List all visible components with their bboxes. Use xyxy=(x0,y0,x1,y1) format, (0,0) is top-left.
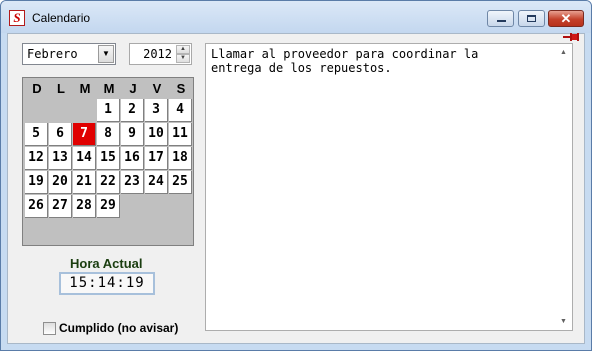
calendar-day[interactable]: 24 xyxy=(145,171,168,194)
calendar-day[interactable]: 15 xyxy=(97,147,120,170)
calendar-day[interactable]: 26 xyxy=(25,195,48,218)
calendar-day[interactable]: 14 xyxy=(73,147,96,170)
weekday-header: J xyxy=(129,81,137,96)
weekday-header: M xyxy=(103,81,115,96)
weekday-header: S xyxy=(176,81,186,96)
app-logo-icon[interactable]: S xyxy=(9,10,25,26)
calendar-day[interactable]: 22 xyxy=(97,171,120,194)
close-button[interactable]: ✕ xyxy=(548,10,584,27)
calendar-day[interactable]: 8 xyxy=(97,123,120,146)
calendar-day[interactable]: 7 xyxy=(73,123,96,146)
calendar-day[interactable]: 3 xyxy=(145,99,168,122)
maximize-icon xyxy=(527,15,536,22)
notes-text[interactable]: Llamar al proveedor para coordinar la en… xyxy=(211,47,551,75)
window-title: Calendario xyxy=(32,11,91,25)
minimize-button[interactable] xyxy=(487,10,514,27)
calendar-day[interactable]: 17 xyxy=(145,147,168,170)
calendar-day[interactable]: 11 xyxy=(169,123,192,146)
maximize-button[interactable] xyxy=(518,10,545,27)
calendar-day[interactable]: 19 xyxy=(25,171,48,194)
scroll-down-icon[interactable]: ▼ xyxy=(555,313,572,330)
calendar-day[interactable]: 9 xyxy=(121,123,144,146)
calendar-day[interactable]: 29 xyxy=(97,195,120,218)
weekday-header: M xyxy=(79,81,91,96)
calendar-day[interactable]: 10 xyxy=(145,123,168,146)
calendar-day[interactable]: 23 xyxy=(121,171,144,194)
calendar-window: S Calendario ✕ Febrero ▼ 2012 ▲ ▼ DLMMJV… xyxy=(0,0,592,351)
month-value: Febrero xyxy=(27,47,78,61)
weekday-header: L xyxy=(57,81,65,96)
notes-scrollbar[interactable]: ▲ ▼ xyxy=(555,44,572,330)
calendar-day[interactable]: 21 xyxy=(73,171,96,194)
chevron-down-icon[interactable]: ▼ xyxy=(98,45,114,63)
weekday-header: D xyxy=(32,81,42,96)
spin-up-icon[interactable]: ▲ xyxy=(176,45,190,54)
calendar-day[interactable]: 27 xyxy=(49,195,72,218)
completed-checkbox[interactable] xyxy=(43,322,56,335)
calendar-day[interactable]: 13 xyxy=(49,147,72,170)
client-area: Febrero ▼ 2012 ▲ ▼ D L M M J V S 1 2 3 4 5 6 7 8 9 10 11 1… xyxy=(7,33,585,344)
scroll-up-icon[interactable]: ▲ xyxy=(555,44,572,61)
weekday-header: V xyxy=(152,81,162,96)
calendar-grid: D L M M J V S 1 2 3 4 5 6 7 8 9 10 11 12 13 14 15 16 17 18 19 20 21… xyxy=(22,77,194,246)
notes-textarea[interactable]: Llamar al proveedor para coordinar la en… xyxy=(205,43,573,331)
calendar-day[interactable]: 5 xyxy=(25,123,48,146)
spin-down-icon[interactable]: ▼ xyxy=(176,54,190,63)
calendar-day[interactable]: 1 xyxy=(97,99,120,122)
calendar-day[interactable]: 12 xyxy=(25,147,48,170)
calendar-day[interactable]: 6 xyxy=(49,123,72,146)
current-time-display: 15:14:19 xyxy=(59,272,155,295)
minimize-icon xyxy=(497,20,506,22)
pin-icon[interactable] xyxy=(563,31,579,43)
calendar-day[interactable]: 4 xyxy=(169,99,192,122)
close-icon: ✕ xyxy=(560,11,572,26)
year-spinner[interactable]: 2012 ▲ ▼ xyxy=(129,43,192,65)
calendar-day[interactable]: 2 xyxy=(121,99,144,122)
completed-checkbox-label[interactable]: Cumplido (no avisar) xyxy=(59,321,178,335)
calendar-day[interactable]: 25 xyxy=(169,171,192,194)
calendar-day[interactable]: 28 xyxy=(73,195,96,218)
year-value: 2012 xyxy=(143,47,172,61)
current-time-label: Hora Actual xyxy=(70,256,143,271)
calendar-day[interactable]: 18 xyxy=(169,147,192,170)
title-bar[interactable]: S Calendario ✕ xyxy=(1,1,591,33)
calendar-day[interactable]: 16 xyxy=(121,147,144,170)
month-dropdown[interactable]: Febrero ▼ xyxy=(22,43,116,65)
calendar-day[interactable]: 20 xyxy=(49,171,72,194)
